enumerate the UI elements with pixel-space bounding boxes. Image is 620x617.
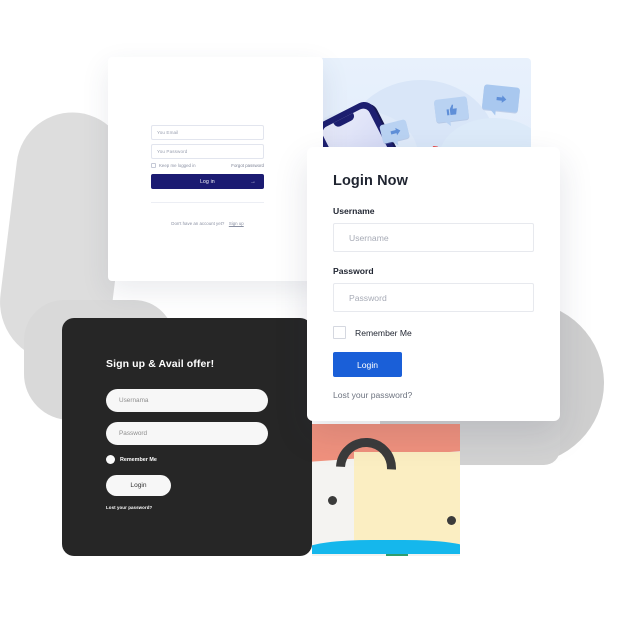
- keep-logged-in-checkbox[interactable]: Keep me logged in: [151, 163, 196, 168]
- page-title: Login Now: [333, 173, 408, 189]
- login-button-label: Log in: [200, 178, 215, 185]
- cyan-water-shape: [312, 540, 460, 554]
- secondary-login-form: You Email You Password Keep me logged in…: [151, 125, 264, 230]
- login-button-label: Login: [130, 482, 147, 489]
- dark-dot-left: [328, 496, 337, 505]
- signup-row: Don't have an account yet? Sign up: [151, 202, 264, 230]
- lost-password-link[interactable]: Lost your password?: [333, 390, 534, 400]
- signup-link[interactable]: Sign up: [229, 221, 244, 226]
- signup-offer-card: Sign up & Avail offer! Usernama Password…: [62, 318, 312, 556]
- signup-prompt: Don't have an account yet?: [171, 221, 225, 226]
- login-cards-composition: You Email You Password Keep me logged in…: [0, 0, 620, 617]
- chat-bubble-thumbs-up-icon: [433, 96, 470, 123]
- login-now-card: Login Now Username Username Password Pas…: [307, 147, 560, 421]
- keep-logged-in-label: Keep me logged in: [159, 163, 196, 168]
- forgot-password-link[interactable]: Forgot password: [231, 163, 264, 168]
- checkbox-circle-icon: [106, 455, 115, 464]
- remember-me-label: Remember Me: [355, 327, 412, 338]
- abstract-shapes-illustration: [312, 424, 460, 556]
- arrow-right-icon: →: [250, 178, 256, 185]
- secondary-login-card: You Email You Password Keep me logged in…: [108, 57, 323, 281]
- checkbox-box-icon: [333, 326, 346, 339]
- remember-me-checkbox[interactable]: Remember Me: [333, 326, 534, 339]
- login-now-form: Login Now Username Username Password Pas…: [333, 173, 534, 400]
- remember-me-label: Remember Me: [120, 456, 157, 463]
- checkbox-box-icon: [151, 163, 156, 168]
- login-button[interactable]: Login: [333, 352, 402, 377]
- signup-offer-form: Sign up & Avail offer! Usernama Password…: [106, 358, 268, 510]
- password-field[interactable]: You Password: [151, 144, 264, 159]
- lost-password-link[interactable]: Lost your password?: [106, 505, 268, 510]
- email-field[interactable]: You Email: [151, 125, 264, 140]
- social-engagement-illustration: [318, 58, 531, 158]
- login-button-label: Login: [356, 359, 379, 370]
- chat-bubble-arrow-icon: [481, 84, 521, 113]
- username-input[interactable]: Username: [333, 223, 534, 252]
- password-input[interactable]: Password: [333, 283, 534, 312]
- username-field[interactable]: Usernama: [106, 389, 268, 412]
- password-field[interactable]: Password: [106, 422, 268, 445]
- options-row: Keep me logged in Forgot password: [151, 163, 264, 168]
- signup-offer-title: Sign up & Avail offer!: [106, 358, 215, 370]
- login-button[interactable]: Log in →: [151, 174, 264, 189]
- dark-dot-right: [447, 516, 456, 525]
- login-button[interactable]: Login: [106, 475, 171, 496]
- remember-me-checkbox[interactable]: Remember Me: [106, 455, 268, 464]
- password-label: Password: [333, 266, 374, 276]
- username-label: Username: [333, 206, 375, 216]
